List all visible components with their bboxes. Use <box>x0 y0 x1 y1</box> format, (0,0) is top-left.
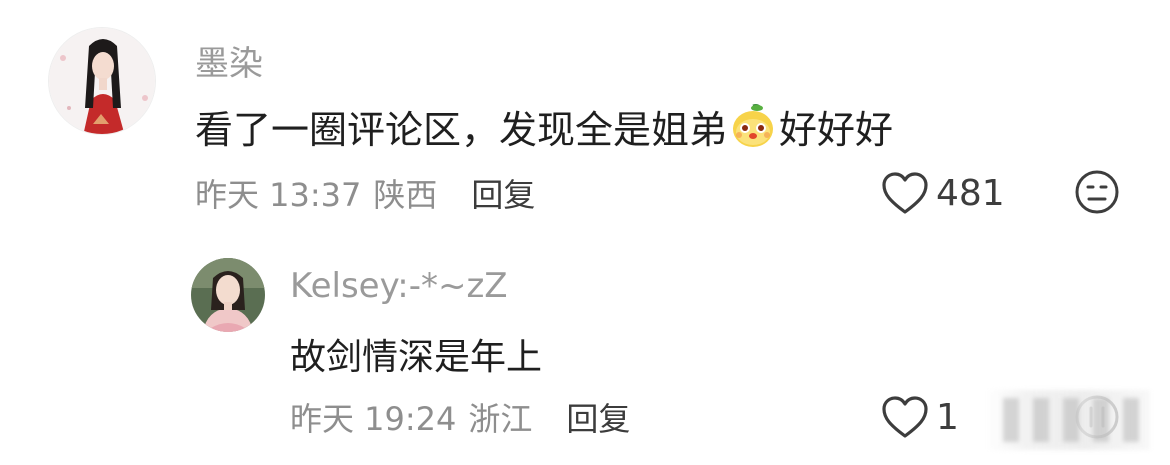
avatar[interactable] <box>191 258 265 332</box>
blurred-overlay <box>985 390 1150 450</box>
comment-author[interactable]: Kelsey:-*~zZ <box>290 266 508 306</box>
reply-button[interactable]: 回复 <box>566 394 630 440</box>
heart-icon <box>882 396 928 438</box>
avatar-image <box>49 28 155 134</box>
avatar[interactable] <box>48 27 156 135</box>
comment-time: 昨天 19:24 <box>290 400 457 438</box>
heart-icon <box>882 172 928 214</box>
mango-face-emoji-icon <box>729 102 777 150</box>
comment-location: 浙江 <box>468 400 533 438</box>
like-count: 481 <box>936 172 1005 214</box>
neutral-face-icon[interactable] <box>1074 169 1120 215</box>
avatar-image <box>191 258 265 332</box>
reply-item: Kelsey:-*~zZ 故剑情深是年上 昨天 19:24 浙江 回复 1 <box>0 245 1170 465</box>
comment-text: 故剑情深是年上 <box>290 337 543 378</box>
comment-meta: 昨天 19:24 浙江 回复 <box>290 392 630 442</box>
comment-text-after: 好好好 <box>779 107 894 152</box>
reply-button[interactable]: 回复 <box>471 170 535 216</box>
like-button[interactable]: 1 <box>880 392 959 442</box>
comment-author[interactable]: 墨染 <box>195 36 263 85</box>
comment-time: 昨天 13:37 <box>195 176 362 214</box>
comment-text-before: 看了一圈评论区，发现全是姐弟 <box>195 107 728 152</box>
like-button[interactable]: 481 <box>880 168 1005 218</box>
comment-location: 陕西 <box>373 176 438 214</box>
comment-item: 墨染 看了一圈评论区，发现全是姐弟 好好好 昨天 13:37 陕西 回复 481 <box>0 0 1170 245</box>
comment-text: 看了一圈评论区，发现全是姐弟 好好好 <box>195 98 893 154</box>
comment-meta: 昨天 13:37 陕西 回复 <box>195 168 535 218</box>
like-count: 1 <box>936 396 959 438</box>
